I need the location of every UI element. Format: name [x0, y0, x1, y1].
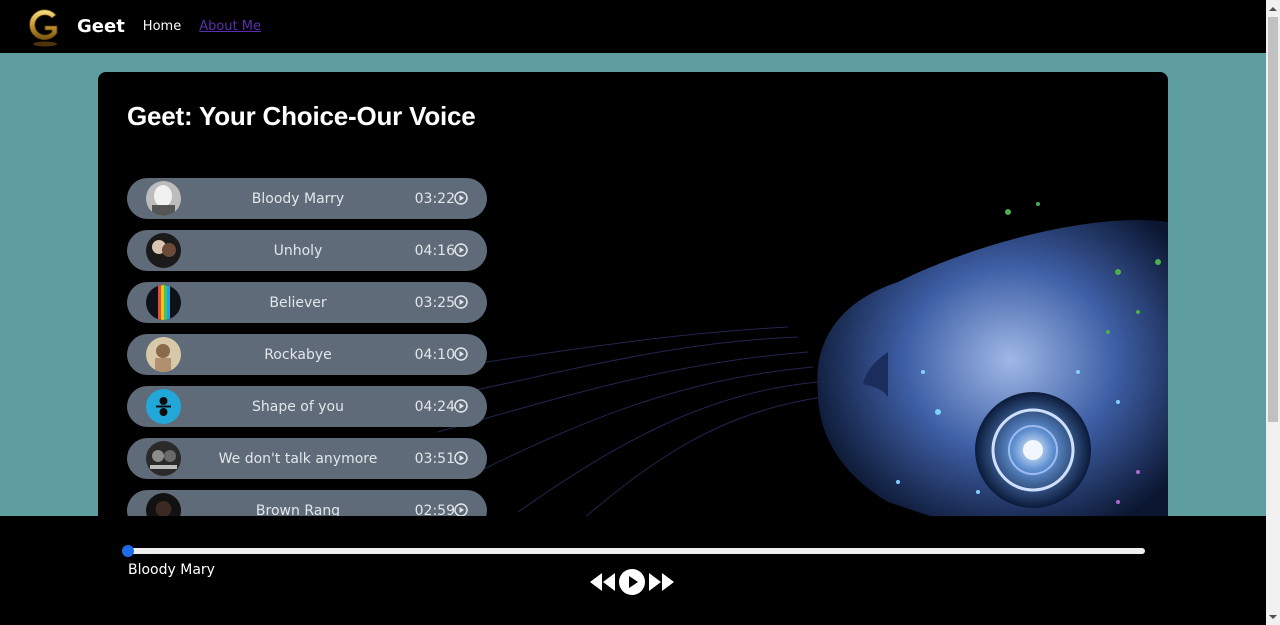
forward-icon[interactable]: [648, 571, 676, 593]
scrollbar-thumb[interactable]: [1268, 17, 1278, 422]
song-item[interactable]: Bloody Marry 03:22: [127, 178, 487, 219]
progress-bar[interactable]: [122, 545, 1145, 557]
play-circle-icon[interactable]: [454, 347, 468, 361]
logo-icon: [29, 8, 58, 46]
song-duration: 04:10: [414, 346, 455, 363]
page-scrollbar[interactable]: [1266, 0, 1280, 625]
headphones-girl-artwork: [418, 202, 1168, 532]
play-circle-icon[interactable]: [454, 451, 468, 465]
song-duration: 04:16: [414, 242, 455, 259]
play-icon[interactable]: [618, 568, 646, 596]
song-item[interactable]: Believer 03:25: [127, 282, 487, 323]
nav-about-link[interactable]: About Me: [199, 19, 261, 34]
play-circle-icon[interactable]: [454, 191, 468, 205]
brand-name[interactable]: Geet: [77, 16, 125, 37]
song-item[interactable]: Unholy 04:16: [127, 230, 487, 271]
page-title: Geet: Your Choice-Our Voice: [127, 101, 476, 131]
play-circle-icon[interactable]: [454, 503, 468, 517]
nav-home-link[interactable]: Home: [143, 19, 181, 34]
song-duration: 03:22: [414, 190, 455, 207]
song-list: Bloody Marry 03:22 Unholy 04:16 Believer…: [127, 178, 487, 532]
song-duration: 03:25: [414, 294, 455, 311]
backward-icon[interactable]: [588, 571, 616, 593]
song-duration: 03:51: [414, 450, 455, 467]
player-bar: Bloody Mary: [0, 516, 1266, 625]
navbar: Geet Home About Me: [0, 0, 1266, 53]
song-item[interactable]: Rockabye 04:10: [127, 334, 487, 375]
play-circle-icon[interactable]: [454, 295, 468, 309]
now-playing-title: Bloody Mary: [128, 562, 215, 578]
progress-knob[interactable]: [122, 545, 134, 557]
playback-controls: [588, 567, 676, 597]
scroll-down-icon[interactable]: [1266, 608, 1280, 625]
play-circle-icon[interactable]: [454, 399, 468, 413]
song-item[interactable]: Shape of you 04:24: [127, 386, 487, 427]
main-card: Geet: Your Choice-Our Voice Bloody Marry…: [98, 72, 1168, 532]
logo[interactable]: [26, 6, 64, 48]
play-circle-icon[interactable]: [454, 243, 468, 257]
scroll-up-icon[interactable]: [1266, 0, 1280, 17]
song-item[interactable]: We don't talk anymore 03:51: [127, 438, 487, 479]
song-duration: 04:24: [414, 398, 455, 415]
